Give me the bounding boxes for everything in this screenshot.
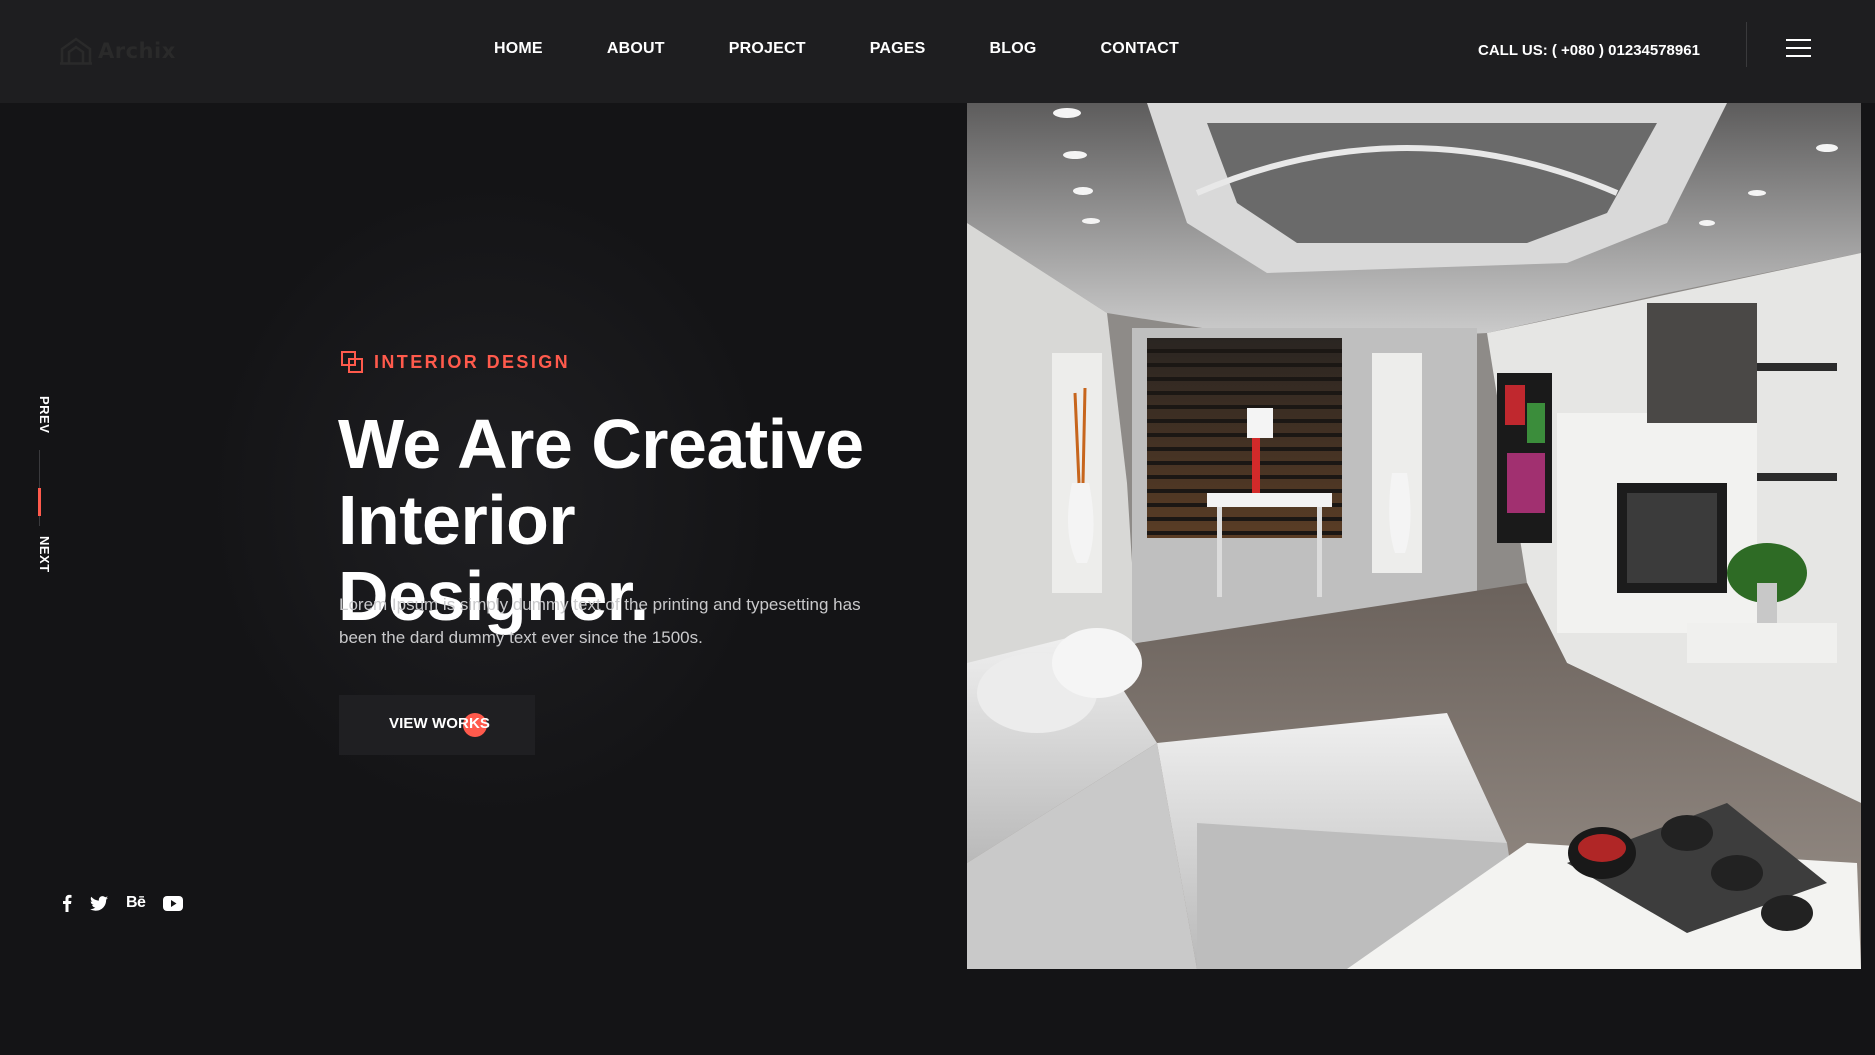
hero-eyebrow: INTERIOR DESIGN <box>340 350 570 374</box>
youtube-icon[interactable] <box>163 895 184 911</box>
nav-blog[interactable]: BLOG <box>990 40 1037 62</box>
hero-title-line1: We Are Creative <box>338 405 864 483</box>
behance-icon[interactable]: Bē <box>126 894 146 912</box>
site-header: Archix HOME ABOUT PROJECT PAGES BLOG CON… <box>0 0 1875 103</box>
house-icon <box>60 37 92 65</box>
main-nav: HOME ABOUT PROJECT PAGES BLOG CONTACT <box>494 40 1179 62</box>
social-links: Bē <box>62 894 184 912</box>
header-divider <box>1746 22 1747 67</box>
nav-contact[interactable]: CONTACT <box>1101 40 1179 62</box>
behance-label: Bē <box>126 894 146 911</box>
brand-name: Archix <box>98 39 176 63</box>
call-us-phone[interactable]: CALL US: ( +080 ) 01234578961 <box>1478 42 1700 59</box>
slider-next-button[interactable]: NEXT <box>26 536 52 573</box>
nav-project[interactable]: PROJECT <box>729 40 806 62</box>
interior-room-photo <box>967 103 1861 969</box>
hero-description: Lorem Ipsum is simply dummy text of the … <box>339 595 861 647</box>
nav-home[interactable]: HOME <box>494 40 543 62</box>
nav-pages[interactable]: PAGES <box>870 40 926 62</box>
brand-logo[interactable]: Archix <box>60 36 176 66</box>
slider-nav: PREV NEXT <box>26 392 52 582</box>
cta-label: VIEW WORKS <box>389 715 490 732</box>
twitter-icon[interactable] <box>90 895 108 911</box>
eyebrow-label: INTERIOR DESIGN <box>374 351 571 372</box>
slider-progress-indicator <box>38 488 41 516</box>
squares-icon <box>341 351 363 373</box>
view-works-button[interactable]: VIEW WORKS <box>339 695 535 755</box>
slider-prev-button[interactable]: PREV <box>26 396 52 433</box>
hamburger-icon[interactable] <box>1786 38 1811 58</box>
facebook-icon[interactable] <box>62 894 72 912</box>
nav-about[interactable]: ABOUT <box>607 40 665 62</box>
